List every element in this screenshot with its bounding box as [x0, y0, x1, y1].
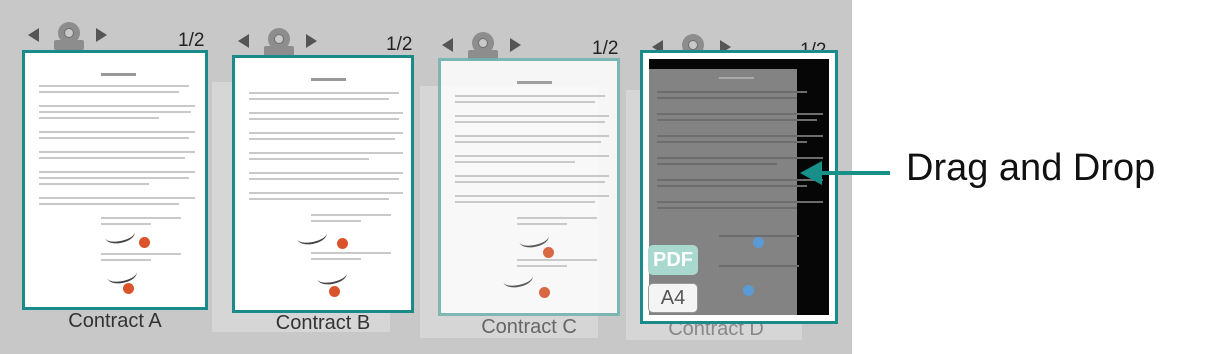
document-page-preview [649, 59, 829, 315]
prev-page-icon[interactable] [28, 28, 39, 42]
prev-page-icon[interactable] [442, 38, 453, 52]
page-nav [238, 28, 338, 58]
seal-stamp [543, 247, 554, 258]
thumbnail-stage: 1/2 Contract A 1/2 Contract B 1/2 Contra… [0, 0, 852, 354]
signature [315, 265, 349, 287]
document-thumbnail[interactable] [22, 50, 208, 310]
next-page-icon[interactable] [96, 28, 107, 42]
seal-stamp [329, 286, 340, 297]
drag-arrow-line [820, 171, 890, 175]
signature [295, 225, 329, 247]
page-count: 1/2 [592, 38, 619, 59]
prev-page-icon[interactable] [238, 34, 249, 48]
signature [501, 268, 535, 290]
drag-and-drop-hint: Drag and Drop [906, 147, 1156, 189]
page-count: 1/2 [386, 34, 413, 55]
document-title: Contract A [68, 310, 162, 332]
document-thumbnail[interactable] [438, 58, 620, 316]
binder-clip-icon [264, 28, 294, 58]
left-arrow-icon [800, 161, 822, 185]
seal-stamp [139, 237, 150, 248]
document-page-preview [447, 67, 611, 307]
binder-clip-icon [54, 22, 84, 52]
seal-stamp [753, 237, 764, 248]
document-page-preview [241, 64, 405, 304]
paper-size-badge: A4 [648, 283, 698, 313]
next-page-icon[interactable] [510, 38, 521, 52]
seal-stamp [123, 283, 134, 294]
signature [103, 224, 137, 246]
seal-stamp [743, 285, 754, 296]
drag-overlay [649, 69, 797, 315]
document-title: Contract C [481, 316, 577, 338]
document-thumbnail[interactable] [232, 55, 414, 313]
pdf-format-badge: PDF [648, 245, 698, 275]
signature [105, 264, 139, 286]
page-nav [28, 22, 128, 52]
page-count: 1/2 [178, 30, 205, 51]
document-title: Contract B [275, 312, 371, 334]
next-page-icon[interactable] [306, 34, 317, 48]
document-page-preview [31, 59, 199, 301]
seal-stamp [337, 238, 348, 249]
seal-stamp [539, 287, 550, 298]
